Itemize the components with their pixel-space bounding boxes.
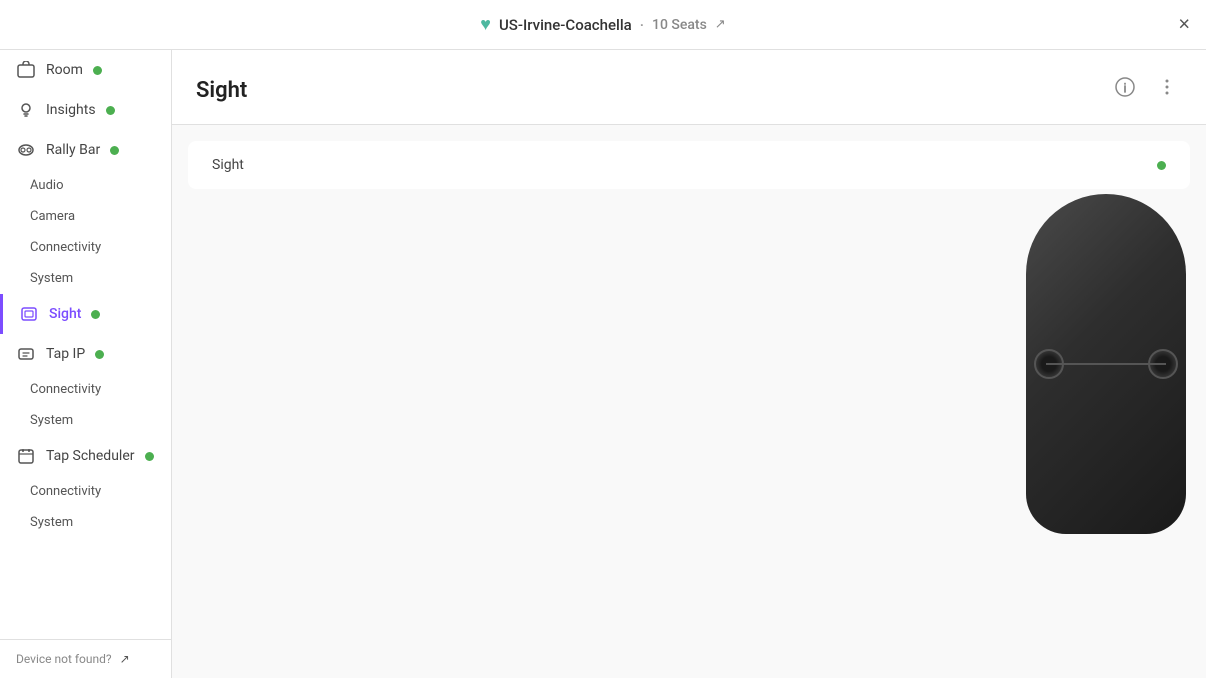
tap-scheduler-label: Tap Scheduler [46,448,135,464]
sidebar-item-sight[interactable]: Sight [0,294,171,334]
sidebar-subitem-camera[interactable]: Camera [0,201,171,232]
sight-status-dot [91,310,100,319]
sidebar-item-tap-scheduler[interactable]: Tap Scheduler [0,436,171,476]
camera-strip [1046,363,1166,365]
tap-icon [16,344,36,364]
connectivity-tap-label: Connectivity [30,382,101,397]
header: ♥ US-Irvine-Coachella · 10 Seats ↗ × [0,0,1206,50]
bulb-icon [16,100,36,120]
content-area: Sight Sight [172,50,1206,678]
header-title: ♥ US-Irvine-Coachella · 10 Seats ↗ [480,14,725,35]
sidebar-subitem-connectivity-tap[interactable]: Connectivity [0,374,171,405]
tap-ip-status-dot [95,350,104,359]
scheduler-icon [16,446,36,466]
sidebar-subitem-audio[interactable]: Audio [0,170,171,201]
tap-ip-label: Tap IP [46,346,85,362]
sidebar-item-tap-ip[interactable]: Tap IP [0,334,171,374]
sidebar-item-room[interactable]: Room [0,50,171,90]
room-status-dot [93,66,102,75]
rally-bar-status-dot [110,146,119,155]
sidebar-subitem-system-rb[interactable]: System [0,263,171,294]
sidebar-item-insights[interactable]: Insights [0,90,171,130]
sidebar-item-rally-bar[interactable]: Rally Bar [0,130,171,170]
rally-bar-icon [16,140,36,160]
sight-icon [19,304,39,324]
main-layout: Room Insights Rally Bar [0,50,1206,678]
insights-status-dot [106,106,115,115]
close-button[interactable]: × [1178,13,1190,36]
audio-label: Audio [30,178,63,193]
camera-label: Camera [30,209,75,224]
header-dot: · [640,16,644,34]
connectivity-rb-label: Connectivity [30,240,101,255]
room-label: Room [46,62,83,78]
logo-icon: ♥ [480,14,491,35]
sight-label: Sight [49,306,81,322]
sidebar-subitem-system-sched[interactable]: System [0,507,171,538]
edit-icon[interactable]: ↗ [715,17,726,32]
system-sched-label: System [30,515,73,530]
device-not-found-link-icon[interactable]: ↗ [120,652,130,666]
seats-label: 10 Seats [652,17,707,33]
camera-image-area [1006,50,1206,678]
sidebar: Room Insights Rally Bar [0,50,172,678]
room-name: US-Irvine-Coachella [499,16,632,34]
device-not-found-label: Device not found? [16,652,112,666]
sidebar-bottom: Device not found? ↗ [0,639,171,678]
sight-device-label: Sight [212,157,244,173]
connectivity-sched-label: Connectivity [30,484,101,499]
system-rb-label: System [30,271,73,286]
sidebar-subitem-connectivity-sched[interactable]: Connectivity [0,476,171,507]
insights-label: Insights [46,102,96,118]
system-tap-label: System [30,413,73,428]
room-icon [16,60,36,80]
page-title: Sight [196,78,247,103]
sidebar-subitem-system-tap[interactable]: System [0,405,171,436]
tap-scheduler-status-dot [145,452,154,461]
rally-bar-label: Rally Bar [46,142,100,158]
camera-device-image [1026,194,1186,534]
sidebar-subitem-connectivity-rb[interactable]: Connectivity [0,232,171,263]
